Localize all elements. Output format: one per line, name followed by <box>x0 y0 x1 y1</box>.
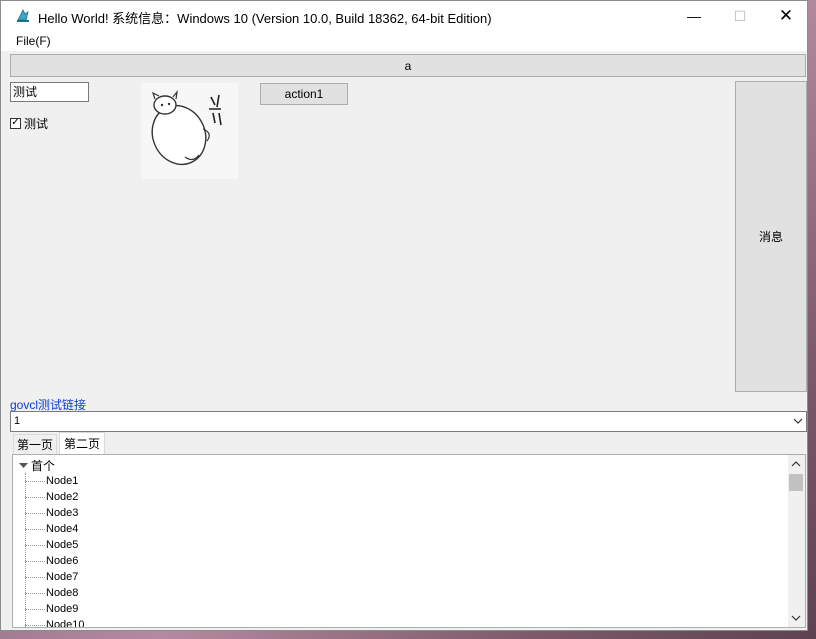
tree-node-label: Node7 <box>46 571 79 583</box>
title-bar[interactable]: Hello World! 系统信息：Windows 10 (Version 10… <box>1 1 807 31</box>
message-button-label: 消息 <box>758 230 783 244</box>
message-button[interactable]: 消息 <box>735 81 807 392</box>
top-panel[interactable]: a <box>10 54 806 77</box>
expand-triangle-icon[interactable] <box>19 461 28 470</box>
sticker-image <box>141 83 238 179</box>
tree-node[interactable]: Node6 <box>25 553 78 569</box>
tree-root-node[interactable]: 首个 <box>19 457 55 473</box>
tree-node-label: Node6 <box>46 555 79 567</box>
tree-node[interactable]: Node8 <box>25 585 78 601</box>
top-panel-label: a <box>404 58 412 73</box>
checkbox-label: 测试 <box>24 116 49 131</box>
window-title: Hello World! 系统信息：Windows 10 (Version 10… <box>38 11 492 26</box>
scroll-up-arrow-icon[interactable] <box>791 459 801 469</box>
tree-node[interactable]: Node2 <box>25 489 78 505</box>
close-button[interactable]: ✕ <box>763 1 807 31</box>
tree-node[interactable]: Node3 <box>25 505 78 521</box>
menu-bar: File(F) <box>1 31 807 51</box>
tree-node-label: Node8 <box>46 587 79 599</box>
tree-node-label: Node1 <box>46 475 79 487</box>
tree-root-label: 首个 <box>31 458 56 473</box>
action1-button[interactable]: action1 <box>260 83 348 105</box>
main-window: Hello World! 系统信息：Windows 10 (Version 10… <box>0 0 808 631</box>
checkbox-box[interactable]: ✓ <box>10 117 21 129</box>
tree-node[interactable]: Node5 <box>25 537 78 553</box>
menu-file[interactable]: File(F) <box>9 34 51 48</box>
tree-node-label: Node3 <box>46 507 79 519</box>
value-combobox[interactable]: 1 <box>10 411 807 432</box>
tree-node[interactable]: Node10 <box>25 617 85 628</box>
tree-view[interactable]: 首个 Node1 Node2 Node3 Node4 Node5 Node6 N… <box>12 454 806 628</box>
app-icon <box>17 9 29 22</box>
minimize-button[interactable]: — <box>671 1 717 31</box>
scroll-down-arrow-icon[interactable] <box>791 613 801 623</box>
tree-node-label: Node4 <box>46 523 79 535</box>
check-mark-icon: ✓ <box>11 117 20 128</box>
tree-node-label: Node10 <box>46 619 85 628</box>
scroll-thumb[interactable] <box>789 474 803 491</box>
tree-node[interactable]: Node4 <box>25 521 78 537</box>
tree-node[interactable]: Node1 <box>25 473 78 489</box>
tab-page-2[interactable]: 第二页 <box>59 432 105 454</box>
tree-node-label: Node5 <box>46 539 79 551</box>
tree-vertical-scrollbar[interactable] <box>788 455 805 627</box>
chevron-down-icon[interactable] <box>793 416 803 426</box>
tree-node-label: Node9 <box>46 603 79 615</box>
tree-node-label: Node2 <box>46 491 79 503</box>
test-edit-input[interactable]: 测试 <box>10 82 89 102</box>
tree-node[interactable]: Node7 <box>25 569 78 585</box>
maximize-button[interactable]: ☐ <box>717 1 763 31</box>
test-checkbox[interactable]: ✓ 测试 <box>10 116 49 131</box>
combobox-value: 1 <box>14 415 21 427</box>
tab-page-1[interactable]: 第一页 <box>13 434 57 454</box>
tree-node[interactable]: Node9 <box>25 601 78 617</box>
action1-button-label: action1 <box>284 87 324 101</box>
